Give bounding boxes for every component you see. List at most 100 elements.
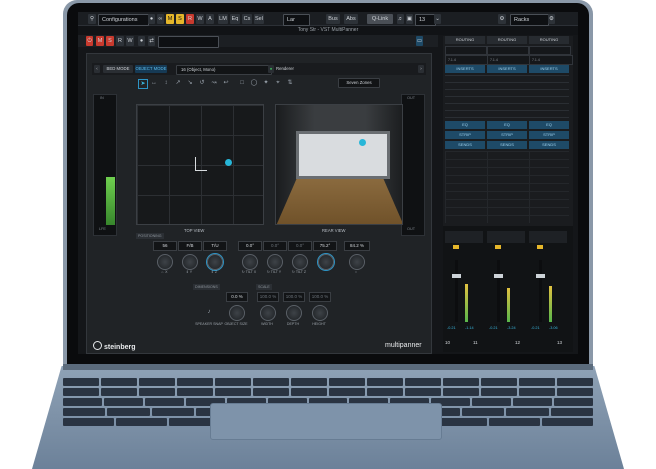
bed-mode-button[interactable]: BED MODE [103, 65, 133, 73]
routing-slot-1[interactable] [445, 46, 487, 55]
object-select[interactable]: 16 (Object, Mono) [176, 65, 272, 75]
depth-field[interactable]: 100.0 % [283, 292, 305, 302]
eq-header-3[interactable]: EQ [529, 121, 569, 129]
strip-1-volume[interactable]: -0.21 [447, 326, 456, 330]
counter-field[interactable]: 13 [415, 14, 436, 26]
configurations-dropdown[interactable]: Configurations [98, 14, 149, 26]
sends-grid[interactable] [445, 151, 569, 223]
read-button[interactable]: A [206, 14, 214, 24]
view-select[interactable]: Seven Zones [338, 78, 380, 88]
renderer-indicator-icon[interactable]: ● [268, 65, 274, 73]
eq-button[interactable]: Eq [230, 14, 240, 24]
strip-header-1[interactable]: STRIP [445, 131, 485, 139]
routing-slot-2[interactable] [487, 46, 529, 55]
tilt-x-knob[interactable] [242, 254, 258, 270]
preset-field[interactable] [158, 36, 219, 48]
object-position-dot[interactable] [225, 159, 232, 166]
strip-1-indicator[interactable] [453, 245, 459, 249]
tilt-z-knob[interactable] [292, 254, 308, 270]
size-percent-field[interactable]: 84.2 % [344, 241, 370, 251]
toolbar-icon-10[interactable]: ◯ [250, 79, 258, 87]
strip-2-volume[interactable]: -0.21 [489, 326, 498, 330]
settings-icon[interactable]: ⚙ [498, 14, 506, 24]
bend-icon[interactable]: ↩ [222, 79, 230, 87]
output-slot-2[interactable]: 7.1.4 [487, 55, 531, 65]
diagonal-icon[interactable]: ↗ [174, 79, 182, 87]
top-view-panel[interactable] [136, 104, 264, 225]
arc-icon[interactable]: ↺ [198, 79, 206, 87]
position-x-field[interactable]: 56 [153, 241, 177, 251]
tilt-y-knob[interactable] [267, 254, 283, 270]
window-icon[interactable]: ▭ [416, 36, 423, 46]
forward-icon[interactable]: › [418, 65, 424, 73]
monitor-icon[interactable]: ▣ [406, 14, 413, 24]
move-x-icon[interactable]: ↔ [150, 79, 158, 87]
tilt-z-field[interactable]: 0.0° [288, 241, 312, 251]
width-knob[interactable] [260, 305, 276, 321]
gear-icon[interactable]: ⚙ [548, 14, 555, 24]
routing-slot-3[interactable] [529, 46, 571, 55]
fader-3-cap[interactable] [536, 274, 545, 278]
strip-header-3[interactable]: STRIP [529, 131, 569, 139]
sel-button[interactable]: Sel [254, 14, 264, 24]
strip-2-indicator[interactable] [495, 245, 501, 249]
row-write-button[interactable]: W [126, 36, 134, 46]
object-size-field[interactable]: 0.0 % [226, 292, 248, 302]
position-y-field[interactable]: F/B [178, 241, 202, 251]
lm-button[interactable]: LM [218, 14, 228, 24]
inserts-header-1[interactable]: INSERTS [445, 65, 485, 73]
toolbar-icon-13[interactable]: ⇅ [286, 79, 294, 87]
diagonal2-icon[interactable]: ↘ [186, 79, 194, 87]
spread-knob[interactable] [349, 254, 365, 270]
solo-button[interactable]: S [176, 14, 184, 24]
camera-icon-2[interactable]: ● [138, 36, 145, 46]
move-y-icon[interactable]: ↕ [162, 79, 170, 87]
record-button[interactable]: R [186, 14, 194, 24]
rotation-field[interactable]: 75.2° [313, 241, 337, 251]
width-field[interactable]: 100.0 % [257, 292, 279, 302]
path-icon[interactable]: ↝ [210, 79, 218, 87]
inserts-header-2[interactable]: INSERTS [487, 65, 527, 73]
lar-dropdown[interactable]: Lar [283, 14, 310, 26]
power-icon[interactable]: ⏻ [86, 36, 93, 46]
fader-2-track[interactable] [497, 260, 500, 322]
sends-header-1[interactable]: SENDS [445, 141, 485, 149]
tilt-y-field[interactable]: 0.0° [263, 241, 287, 251]
insert-slots[interactable] [445, 75, 569, 119]
toolbar-icon-11[interactable]: ✦ [262, 79, 270, 87]
search-icon[interactable]: ⚲ [88, 14, 96, 24]
eq-header-2[interactable]: EQ [487, 121, 527, 129]
fader-1-track[interactable] [455, 260, 458, 322]
row-mute-button[interactable]: M [96, 36, 104, 46]
compare-icon[interactable]: ⇄ [148, 36, 155, 46]
z-knob[interactable] [207, 254, 223, 270]
height-knob[interactable] [312, 305, 328, 321]
sends-header-3[interactable]: SENDS [529, 141, 569, 149]
cs-button[interactable]: Cs [242, 14, 252, 24]
toolbar-icon-9[interactable]: □ [238, 79, 246, 87]
fader-1-cap[interactable] [452, 274, 461, 278]
speaker-snap-icon[interactable]: ♪ [204, 308, 214, 316]
qlink-button[interactable]: Q-Link [367, 14, 393, 24]
inserts-header-3[interactable]: INSERTS [529, 65, 569, 73]
link-icon[interactable]: ∞ [157, 14, 164, 24]
rotation-knob[interactable] [318, 254, 334, 270]
strip-3-indicator[interactable] [537, 245, 543, 249]
row-solo-button[interactable]: S [106, 36, 114, 46]
sends-header-2[interactable]: SENDS [487, 141, 527, 149]
mute-button[interactable]: M [166, 14, 174, 24]
chevron-icon[interactable]: ⌄ [434, 14, 441, 24]
toolbar-icon-12[interactable]: ⌖ [274, 79, 282, 87]
rear-view-panel[interactable] [275, 104, 403, 225]
height-field[interactable]: 100.0 % [309, 292, 331, 302]
strip-3-volume[interactable]: -0.21 [531, 326, 540, 330]
output-slot-1[interactable]: 7.1.4 [445, 55, 489, 65]
output-slot-3[interactable]: 7.1.4 [529, 55, 573, 65]
object-size-knob[interactable] [229, 305, 245, 321]
row-read-button[interactable]: R [116, 36, 124, 46]
object-mode-button[interactable]: OBJECT MODE [135, 65, 167, 73]
routing-header-2[interactable]: ROUTING [487, 36, 527, 44]
racks-dropdown[interactable]: Racks [510, 14, 549, 26]
tilt-x-field[interactable]: 0.0° [238, 241, 262, 251]
eq-header-1[interactable]: EQ [445, 121, 485, 129]
